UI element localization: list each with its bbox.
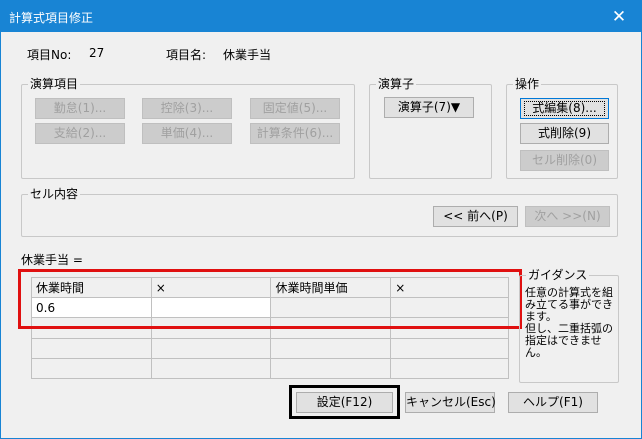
grid-cell[interactable] [390,297,509,319]
grid-cell[interactable] [270,337,392,359]
grid-cell[interactable] [31,317,152,339]
table-row: 休業時間 × 休業時間単価 × [31,276,509,299]
help-button[interactable]: ヘルプ(F1) [508,392,598,413]
focus-ring [524,101,605,116]
grid-header-cell[interactable]: × [390,276,509,299]
guidance-label: ガイダンス [526,268,590,282]
ok-button[interactable]: 設定(F12) [296,392,393,413]
fixed-value-button[interactable]: 固定値(5)... [250,98,340,119]
operation-group-label: 操作 [513,77,542,91]
table-row [31,337,509,359]
grid-cell[interactable] [150,357,272,380]
grid-cell[interactable] [31,357,152,380]
grid-cell[interactable] [150,337,272,359]
grid-cell[interactable] [390,337,509,359]
item-name-value: 休業手当 [223,48,272,62]
koujo-button[interactable]: 控除(3)... [142,98,232,119]
table-row [31,357,509,380]
grid-cell-selected[interactable] [150,297,272,319]
grid-cell[interactable] [270,317,392,339]
delete-cell-button[interactable]: セル削除(0) [520,150,609,171]
grid-cell[interactable] [31,337,152,359]
guidance-text: 任意の計算式を組み立てる事ができます。 但し、二重括弧の指定はできません。 [525,286,613,359]
delete-formula-button[interactable]: 式削除(9) [520,123,609,144]
operator-dropdown-button[interactable]: 演算子(7)▼ [384,97,474,118]
formula-grid[interactable]: 休業時間 × 休業時間単価 × 0.6 [31,276,509,380]
table-row [31,317,509,339]
formula-label: 休業手当 = [21,253,83,267]
grid-cell[interactable] [270,357,392,380]
window-title: 計算式項目修正 [9,11,94,25]
edit-formula-button[interactable]: 式編集(8)... [520,98,609,119]
prev-button[interactable]: << 前へ(P) [433,206,518,227]
next-button[interactable]: 次へ >>(N) [525,206,610,227]
item-name-label: 項目名: [166,48,207,62]
grid-cell[interactable] [390,317,509,339]
grid-header-cell[interactable]: 休業時間 [31,276,152,299]
item-no-label: 項目No: [27,48,72,62]
kintai-button[interactable]: 勤怠(1)... [35,98,125,119]
grid-cell[interactable]: 0.6 [31,297,152,319]
close-icon[interactable]: ✕ [597,1,641,32]
grid-header-cell[interactable]: × [150,276,272,299]
dialog-window: 計算式項目修正 ✕ 項目No: 27 項目名: 休業手当 演算項目 勤怠(1).… [0,0,642,439]
title-bar: 計算式項目修正 ✕ [1,1,641,32]
cancel-button[interactable]: キャンセル(Esc) [405,392,496,413]
calc-condition-button[interactable]: 計算条件(6)... [250,123,340,144]
shikyu-button[interactable]: 支給(2)... [35,123,125,144]
grid-cell[interactable] [270,297,392,319]
table-row: 0.6 [31,297,509,319]
cell-content-group-label: セル内容 [28,187,81,201]
grid-cell[interactable] [390,357,509,380]
operand-group-label: 演算項目 [28,77,81,91]
item-no-value: 27 [89,46,105,60]
operator-group-label: 演算子 [376,77,417,91]
grid-header-cell[interactable]: 休業時間単価 [270,276,392,299]
grid-cell[interactable] [150,317,272,339]
tanka-button[interactable]: 単価(4)... [142,123,232,144]
